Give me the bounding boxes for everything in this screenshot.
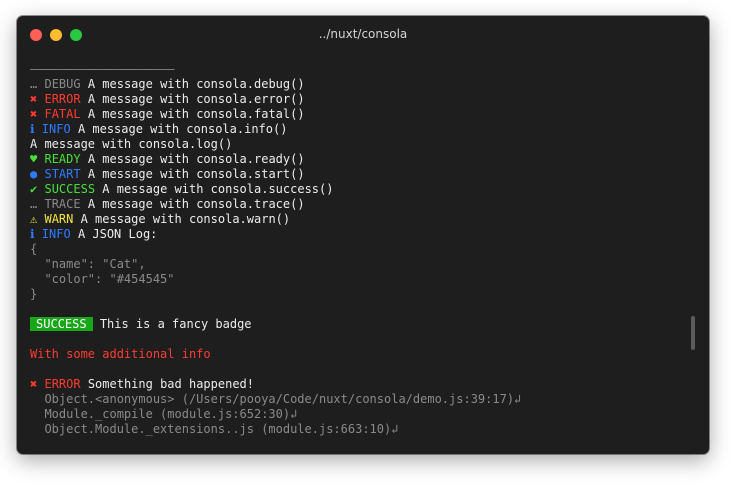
- log-tag-error: ERROR: [44, 377, 81, 391]
- log-message: A message with consola.info(): [77, 122, 288, 136]
- log-line-ready: ♥ READY A message with consola.ready(): [30, 152, 685, 167]
- separator-line: ————————————————————: [30, 62, 175, 76]
- log-line-warn: ⚠ WARN A message with consola.warn(): [30, 212, 685, 227]
- log-tag-debug: DEBUG: [44, 77, 81, 91]
- log-message: A message with consola.debug(): [87, 77, 305, 91]
- log-message: A message with consola.ready(): [87, 152, 305, 166]
- log-message: A JSON Log:: [77, 227, 158, 241]
- json-line: "name": "Cat",: [30, 257, 146, 271]
- warning-icon: ⚠: [30, 212, 38, 226]
- cross-icon: ✖: [30, 107, 38, 121]
- cross-icon: ✖: [30, 377, 38, 391]
- stack-trace-line: Object.Module._extensions..js (module.js…: [30, 422, 399, 436]
- log-line-success: ✔ SUCCESS A message with consola.success…: [30, 182, 685, 197]
- scrollbar-thumb[interactable]: [691, 316, 695, 350]
- log-line-badge: SUCCESS This is a fancy badge: [30, 317, 685, 332]
- check-icon: ✔: [30, 182, 38, 196]
- log-tag-fatal: FATAL: [44, 107, 81, 121]
- dot-icon: ●: [30, 167, 38, 181]
- log-tag-ready: READY: [44, 152, 81, 166]
- json-line: "color": "#454545": [30, 272, 175, 286]
- log-line-trace: … TRACE A message with consola.trace(): [30, 197, 685, 212]
- heart-icon: ♥: [30, 152, 38, 166]
- terminal-output: ———————————————————— … DEBUG A message w…: [30, 62, 685, 437]
- cross-icon: ✖: [30, 92, 38, 106]
- additional-info-line: With some additional info: [30, 347, 211, 361]
- log-line-info: ℹ INFO A message with consola.info(): [30, 122, 685, 137]
- terminal-window: ../nuxt/consola ———————————————————— … D…: [17, 16, 709, 454]
- log-line-start: ● START A message with consola.start(): [30, 167, 685, 182]
- log-tag-error: ERROR: [44, 92, 81, 106]
- log-tag-info: INFO: [41, 122, 71, 136]
- log-line-log: A message with consola.log(): [30, 137, 233, 151]
- log-tag-warn: WARN: [44, 212, 74, 226]
- window-title: ../nuxt/consola: [318, 27, 408, 41]
- success-badge: SUCCESS: [30, 317, 93, 331]
- log-message: Something bad happened!: [87, 377, 254, 391]
- log-line-fatal: ✖ FATAL A message with consola.fatal(): [30, 107, 685, 122]
- ellipsis-icon: …: [30, 77, 38, 91]
- info-icon: ℹ: [30, 122, 35, 136]
- log-line-error-block: ✖ ERROR Something bad happened!: [30, 377, 685, 392]
- log-tag-trace: TRACE: [44, 197, 81, 211]
- log-line-json: ℹ INFO A JSON Log:: [30, 227, 685, 242]
- log-message: A message with consola.start(): [87, 167, 305, 181]
- log-message: A message with consola.error(): [87, 92, 305, 106]
- log-line-error: ✖ ERROR A message with consola.error(): [30, 92, 685, 107]
- ellipsis-icon: …: [30, 197, 38, 211]
- log-tag-info: INFO: [41, 227, 71, 241]
- log-message: A message with consola.fatal(): [87, 107, 305, 121]
- info-icon: ℹ: [30, 227, 35, 241]
- json-close-brace: }: [30, 287, 38, 301]
- stack-trace-line: Object.<anonymous> (/Users/pooya/Code/nu…: [30, 392, 522, 406]
- log-tag-success: SUCCESS: [44, 182, 96, 196]
- stack-trace-line: Module._compile (module.js:652:30)↲: [30, 407, 298, 421]
- log-line-debug: … DEBUG A message with consola.debug(): [30, 77, 685, 92]
- badge-message: This is a fancy badge: [99, 317, 252, 331]
- title-bar: ../nuxt/consola: [17, 16, 709, 52]
- log-message: A message with consola.warn(): [80, 212, 291, 226]
- json-open-brace: {: [30, 242, 38, 256]
- log-tag-start: START: [44, 167, 81, 181]
- log-message: A message with consola.success(): [102, 182, 334, 196]
- log-message: A message with consola.trace(): [87, 197, 305, 211]
